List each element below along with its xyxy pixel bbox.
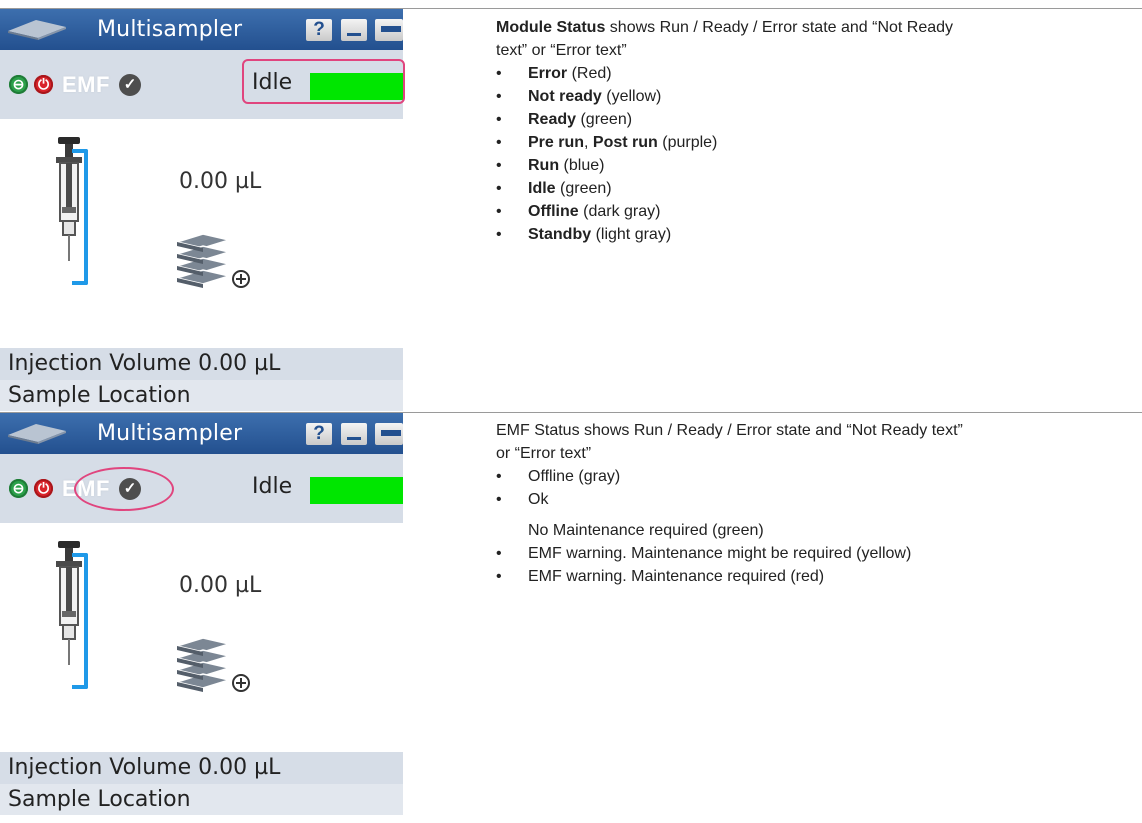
standby-button[interactable]: ⊖ — [9, 479, 28, 498]
state-color: (purple) — [657, 134, 718, 151]
list-item: Pre run, Post run (purple) — [496, 131, 1136, 154]
state-color: (light gray) — [591, 226, 672, 243]
help-button[interactable]: ? — [306, 19, 332, 41]
module-status-text: Idle — [252, 474, 293, 499]
title-bar: Multisampler ? — [0, 413, 403, 454]
sample-trays-icon[interactable] — [175, 636, 265, 696]
multisampler-logo-icon — [8, 20, 66, 40]
state-term: Post run — [592, 134, 658, 151]
emf-label[interactable]: EMF — [62, 72, 110, 98]
status-bar: ⊖ ⏻ EMF ✓ Idle — [0, 454, 403, 523]
state-term: Error — [528, 65, 568, 82]
list-item: Run (blue) — [496, 154, 1136, 177]
emf-status-intro: EMF Status shows Run / Ready / Error sta… — [496, 422, 963, 439]
needle-path-bracket — [72, 149, 88, 285]
sample-location-row[interactable]: Sample Location — [0, 784, 403, 815]
list-item: Error (Red) — [496, 62, 1136, 85]
state-color: (green) — [555, 180, 612, 197]
list-item: Idle (green) — [496, 177, 1136, 200]
state-color: (Red) — [567, 65, 612, 82]
volume-display: 0.00 µL — [179, 573, 262, 598]
module-status-indicator — [310, 477, 403, 504]
emf-status-description: EMF Status shows Run / Ready / Error sta… — [496, 419, 1136, 588]
state-term: Offline — [528, 203, 579, 220]
needle-path-bracket — [72, 553, 88, 689]
module-status-intro: Module Status shows Run / Ready / Error … — [496, 16, 1136, 39]
minimize-button[interactable] — [341, 19, 367, 41]
list-item: Ok — [496, 488, 1136, 511]
module-title: Multisampler — [97, 17, 243, 42]
minimize-button[interactable] — [341, 423, 367, 445]
maximize-button[interactable] — [375, 423, 403, 445]
list-item: EMF warning. Maintenance required (red) — [496, 565, 1136, 588]
multisampler-logo-icon — [8, 424, 66, 444]
emf-status-highlight — [74, 467, 174, 511]
sample-location-row[interactable]: Sample Location — [0, 380, 403, 411]
module-status-description: Module Status shows Run / Ready / Error … — [496, 16, 1136, 246]
power-button[interactable]: ⏻ — [34, 479, 53, 498]
multisampler-panel-bottom: Multisampler ? ⊖ ⏻ EMF ✓ Idle 0.00 µL In… — [0, 413, 403, 815]
state-color: (yellow) — [601, 88, 662, 105]
module-status-list: Error (Red) Not ready (yellow) Ready (gr… — [496, 62, 1136, 246]
standby-button[interactable]: ⊖ — [9, 75, 28, 94]
list-item: Offline (dark gray) — [496, 200, 1136, 223]
list-item: EMF warning. Maintenance might be requir… — [496, 542, 1136, 565]
injection-volume-row[interactable]: Injection Volume 0.00 µL — [0, 348, 403, 380]
state-separator: , — [584, 134, 593, 151]
list-item: Standby (light gray) — [496, 223, 1136, 246]
help-button[interactable]: ? — [306, 423, 332, 445]
list-item: Offline (gray) — [496, 465, 1136, 488]
list-item-detail: No Maintenance required (green) — [528, 522, 764, 539]
title-bar: Multisampler ? — [0, 9, 403, 50]
state-term: Pre run — [528, 134, 585, 151]
maximize-button[interactable] — [375, 19, 403, 41]
intro-text: shows Run / Ready / Error state and “Not… — [605, 19, 954, 36]
state-term: Run — [528, 157, 560, 174]
state-color: (dark gray) — [578, 203, 661, 220]
state-term: Not ready — [528, 88, 602, 105]
intro-term: Module Status — [496, 19, 606, 36]
module-title: Multisampler — [97, 421, 243, 446]
state-color: (green) — [576, 111, 633, 128]
power-button[interactable]: ⏻ — [34, 75, 53, 94]
sample-trays-icon[interactable] — [175, 232, 265, 292]
list-item: Not ready (yellow) — [496, 85, 1136, 108]
list-item: Ready (green) — [496, 108, 1136, 131]
volume-display: 0.00 µL — [179, 169, 262, 194]
emf-check-icon: ✓ — [119, 74, 141, 96]
module-status-intro-line2: text” or “Error text” — [496, 42, 627, 59]
emf-status-intro-line2: or “Error text” — [496, 445, 592, 462]
state-term: Idle — [528, 180, 556, 197]
emf-status-list: Offline (gray) Ok No Maintenance require… — [496, 465, 1136, 588]
injection-volume-row[interactable]: Injection Volume 0.00 µL — [0, 752, 403, 784]
state-term: Standby — [528, 226, 592, 243]
state-term: Ready — [528, 111, 577, 128]
state-color: (blue) — [559, 157, 605, 174]
module-status-highlight — [242, 59, 405, 104]
